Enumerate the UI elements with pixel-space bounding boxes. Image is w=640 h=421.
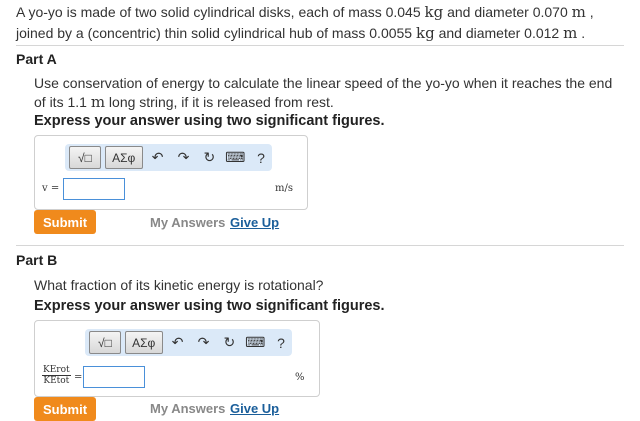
reset-icon[interactable]: ↻	[198, 149, 220, 166]
divider	[16, 45, 624, 46]
problem-text: .	[577, 25, 586, 41]
keyboard-icon[interactable]: ⌨	[224, 149, 246, 166]
problem-text: and diameter 0.070	[443, 4, 572, 20]
give-up-link[interactable]: Give Up	[230, 401, 279, 416]
greek-icon: ΑΣφ	[132, 335, 156, 350]
greek-icon: ΑΣφ	[112, 150, 136, 165]
my-answers-link[interactable]: My Answers	[150, 215, 225, 230]
part-a-answer-box: √□ ΑΣφ ↶ ↷ ↻ ⌨ ? v = m/s	[34, 135, 308, 210]
part-a-title: Part A	[16, 51, 57, 67]
keyboard-icon[interactable]: ⌨	[244, 334, 266, 351]
part-b-question: What fraction of its kinetic energy is r…	[34, 277, 324, 293]
problem-text: and diameter 0.012	[434, 25, 564, 41]
help-icon[interactable]: ?	[250, 150, 272, 166]
part-b-answer-input[interactable]	[83, 366, 145, 388]
my-answers-link[interactable]: My Answers	[150, 401, 225, 416]
sqrt-template-button[interactable]: √□	[89, 331, 121, 354]
unit-m: m	[563, 24, 578, 42]
part-a-answer-input[interactable]	[63, 178, 125, 200]
greek-symbols-button[interactable]: ΑΣφ	[124, 331, 163, 354]
unit-kg: kg	[424, 3, 444, 21]
variable-label: v =	[42, 183, 60, 194]
part-a-instruction: Express your answer using two significan…	[34, 113, 385, 129]
question-text: long string, if it is released from rest…	[105, 94, 334, 110]
part-a-submit-button[interactable]: Submit	[34, 210, 96, 234]
problem-statement: A yo-yo is made of two solid cylindrical…	[16, 2, 628, 44]
redo-icon[interactable]: ↷	[173, 149, 195, 166]
give-up-link[interactable]: Give Up	[230, 215, 279, 230]
unit-m: m	[90, 93, 106, 111]
part-b-answer-box: √□ ΑΣφ ↶ ↷ ↻ ⌨ ? KErot KEtot = %	[34, 320, 320, 397]
unit-label: m/s	[275, 183, 293, 194]
problem-text: A yo-yo is made of two solid cylindrical…	[16, 4, 425, 20]
sqrt-icon: √□	[77, 150, 92, 165]
help-icon[interactable]: ?	[270, 335, 292, 351]
undo-icon[interactable]: ↶	[167, 334, 189, 351]
equals-sign: =	[74, 372, 83, 383]
sqrt-icon: √□	[97, 335, 112, 350]
unit-label: %	[295, 372, 305, 383]
undo-icon[interactable]: ↶	[147, 149, 169, 166]
fraction-denominator: KEtot	[43, 376, 70, 386]
sqrt-template-button[interactable]: √□	[69, 146, 101, 169]
redo-icon[interactable]: ↷	[193, 334, 215, 351]
fraction-numerator: KErot	[42, 365, 71, 376]
part-b-toolbar: √□ ΑΣφ ↶ ↷ ↻ ⌨ ?	[85, 329, 292, 356]
unit-m: m	[571, 3, 586, 21]
ke-fraction-label: KErot KEtot	[42, 365, 71, 386]
part-a-toolbar: √□ ΑΣφ ↶ ↷ ↻ ⌨ ?	[65, 144, 272, 171]
part-a-question: Use conservation of energy to calculate …	[34, 74, 624, 112]
divider	[16, 245, 624, 246]
part-b-title: Part B	[16, 252, 58, 268]
greek-symbols-button[interactable]: ΑΣφ	[104, 146, 143, 169]
part-b-submit-button[interactable]: Submit	[34, 397, 96, 421]
reset-icon[interactable]: ↻	[218, 334, 240, 351]
unit-kg: kg	[415, 24, 435, 42]
part-b-instruction: Express your answer using two significan…	[34, 298, 385, 314]
